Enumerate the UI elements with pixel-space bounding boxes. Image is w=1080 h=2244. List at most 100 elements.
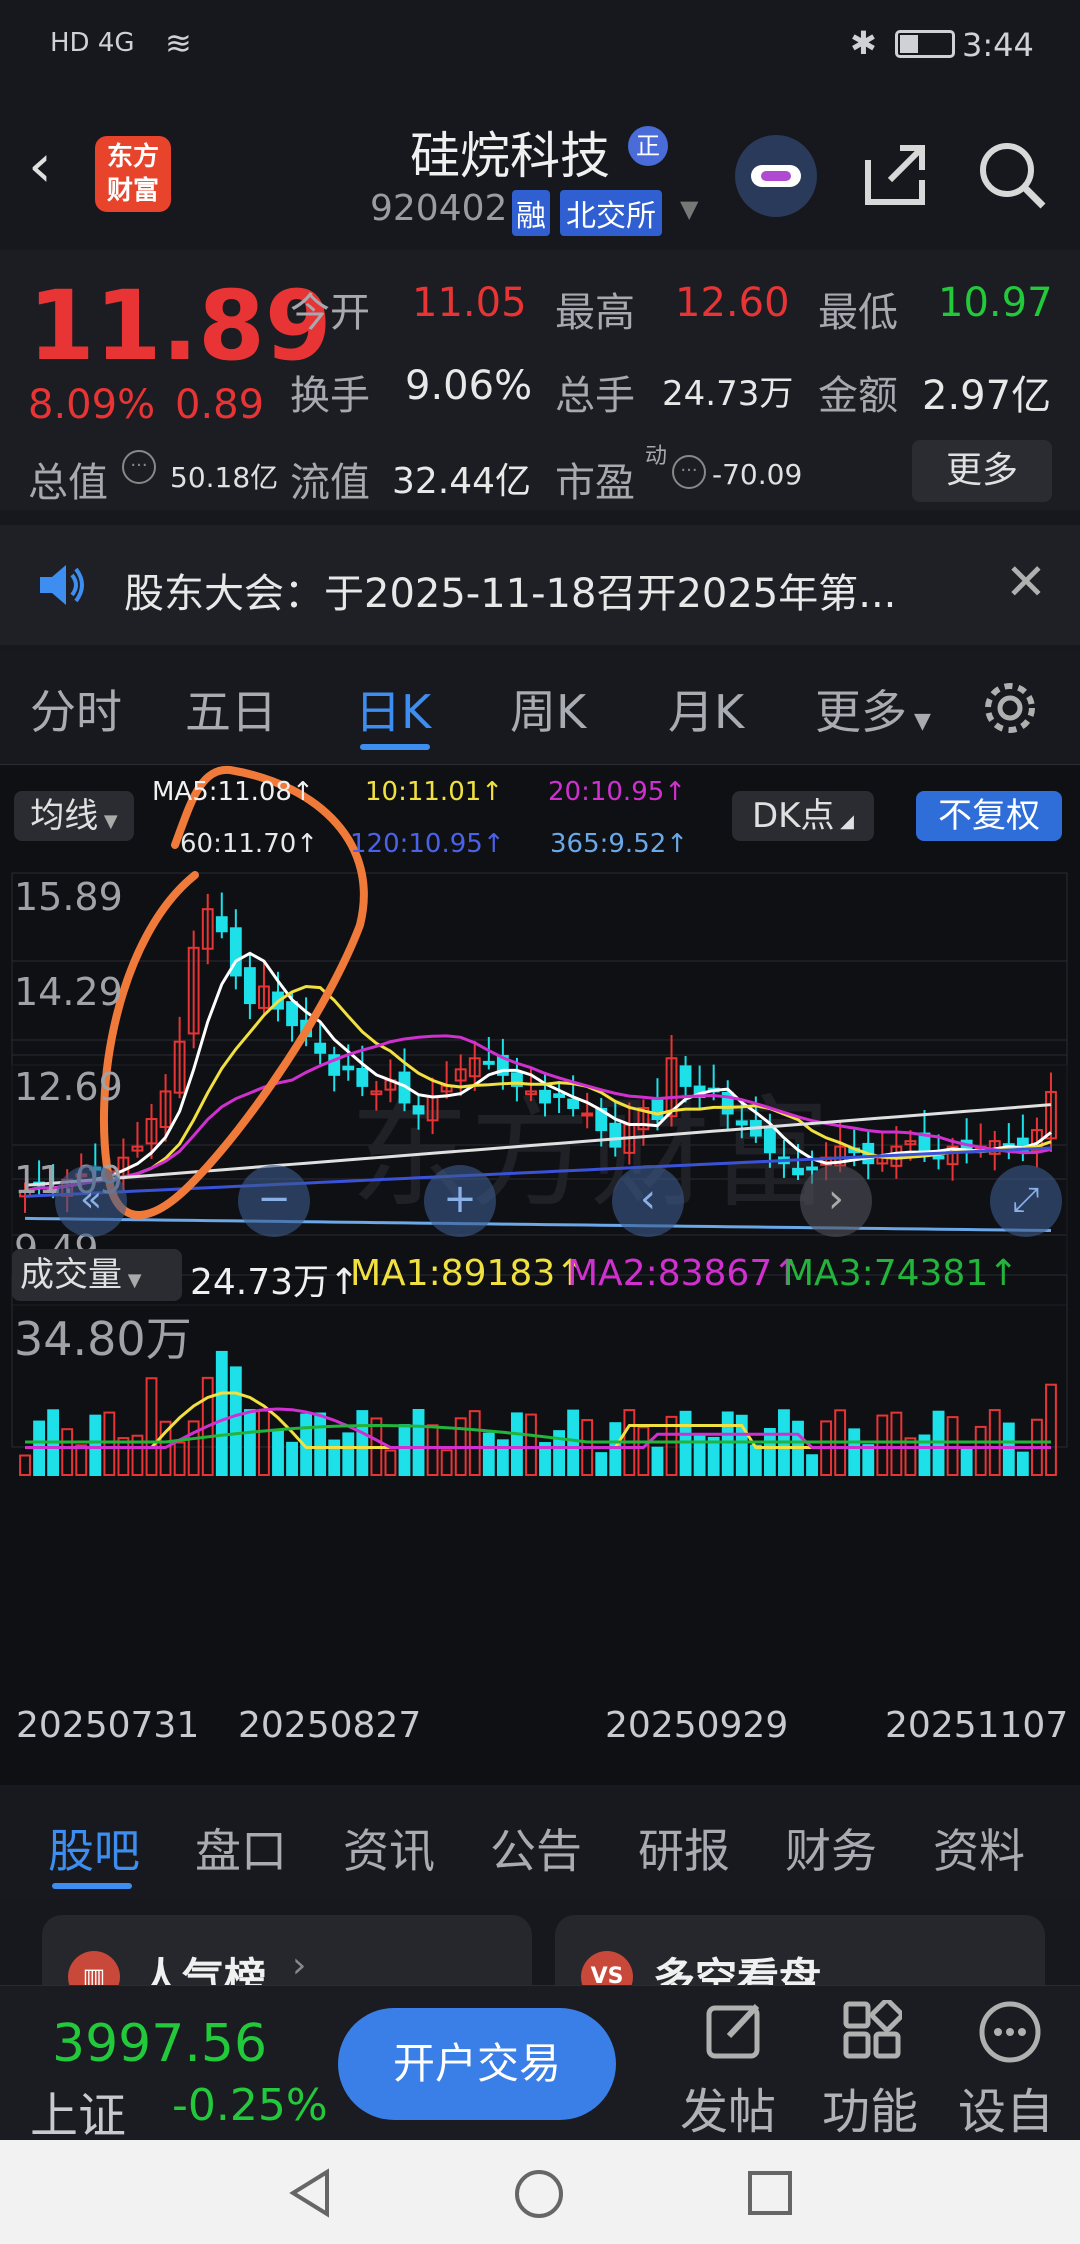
tab-wuri[interactable]: 五日: [185, 676, 277, 742]
volume-bar: [314, 1412, 327, 1477]
volume-bar: [258, 1409, 270, 1477]
candle-body: [763, 1127, 776, 1154]
more-circle-icon[interactable]: [978, 2000, 1042, 2064]
status-bar: HD 4G ≋ ✱ 3:44: [0, 0, 1080, 100]
fullscreen-icon[interactable]: ⤢: [990, 1165, 1062, 1237]
chevron-down-icon[interactable]: ▼: [680, 195, 698, 223]
chart-tabs: 分时 五日 日K 周K 月K 更多 ▼: [0, 650, 1080, 765]
tab-gonggao[interactable]: 公告: [490, 1815, 582, 1881]
recents-square-icon[interactable]: [745, 2168, 795, 2218]
active-tab-indicator: [360, 744, 430, 750]
home-circle-icon[interactable]: [513, 2168, 565, 2220]
open-label: 今开: [290, 290, 370, 336]
tab-more[interactable]: 更多 ▼: [815, 676, 931, 742]
prev-icon[interactable]: ‹: [612, 1165, 684, 1237]
tab-yanbao[interactable]: 研报: [638, 1815, 730, 1881]
volume-bar: [1016, 1451, 1029, 1477]
volume-bar: [468, 1410, 481, 1476]
info-icon[interactable]: ···: [122, 450, 156, 484]
candle-body: [286, 1001, 298, 1027]
stock-code: 920402: [370, 188, 508, 229]
y-label: 14.29: [14, 970, 123, 1014]
card-row: ▥ 人气榜 › VS 多空看盘: [0, 1900, 1080, 1985]
tab-zhouk[interactable]: 周K: [510, 676, 586, 742]
tab-caiwu[interactable]: 财务: [785, 1815, 877, 1881]
edit-icon[interactable]: [705, 2000, 765, 2060]
zoom-out-icon[interactable]: −: [238, 1165, 310, 1237]
vol-ma2-label: MA2:83867↑: [567, 1253, 803, 1294]
ma120-label: 120:10.95↑: [350, 829, 505, 859]
battery-icon: [895, 30, 955, 58]
ma60-label: 60:11.70↑: [180, 829, 319, 859]
chart-icon: ▥: [68, 1951, 120, 1985]
quote-panel: 11.89 8.09% 0.89 今开 11.05 最高 12.60 最低 10…: [0, 250, 1080, 510]
volume-label: 总手: [555, 373, 635, 419]
volume-bar: [229, 1366, 242, 1477]
back-icon[interactable]: ‹: [28, 136, 52, 196]
no-adjust-button[interactable]: 不复权: [916, 791, 1062, 841]
popularity-card[interactable]: ▥ 人气榜 ›: [42, 1915, 532, 1985]
footer-bar: 3997.56 上证 -0.25% 开户交易 发帖 功能 设自: [0, 1985, 1080, 2144]
tab-ziliao[interactable]: 资料: [933, 1815, 1025, 1881]
volume-bar: [215, 1350, 228, 1476]
volume-bar: [974, 1425, 987, 1476]
volume-indicator-button[interactable]: 成交量 ▼: [12, 1249, 182, 1301]
volume-bar: [890, 1411, 903, 1477]
tab-rik[interactable]: 日K: [355, 676, 431, 742]
volume-bar: [595, 1452, 608, 1477]
share-icon[interactable]: [860, 140, 930, 210]
robot-avatar-icon[interactable]: [735, 135, 817, 217]
close-icon[interactable]: ✕: [1005, 553, 1047, 611]
info-icon[interactable]: ···: [672, 455, 706, 489]
ma10-label: 10:11.01↑: [365, 777, 504, 807]
bull-bear-card[interactable]: VS 多空看盘: [555, 1915, 1045, 1985]
grid-icon[interactable]: [842, 2000, 902, 2060]
tab-zixun[interactable]: 资讯: [343, 1815, 435, 1881]
candle-body: [581, 1112, 594, 1117]
settings-gear-icon[interactable]: [980, 678, 1040, 738]
candle-body: [735, 1120, 748, 1126]
active-tab-indicator: [52, 1883, 132, 1889]
change-pct: 8.09%: [28, 382, 156, 428]
volume-bar: [749, 1444, 762, 1477]
dk-point-button[interactable]: DK点 ◢: [732, 791, 874, 841]
x-label: 20250827: [238, 1705, 422, 1746]
custom-label[interactable]: 设自: [958, 2072, 1054, 2142]
tab-guba[interactable]: 股吧: [48, 1815, 140, 1881]
ma5-label: MA5:11.08↑: [152, 777, 314, 807]
tab-fenshi[interactable]: 分时: [30, 676, 122, 742]
more-button[interactable]: 更多: [912, 440, 1052, 502]
float-label: 流值: [290, 460, 370, 506]
volume-bar: [117, 1437, 130, 1476]
scroll-left-fast-icon[interactable]: «: [55, 1165, 127, 1237]
volume-bar: [1002, 1422, 1015, 1477]
tab-pankou[interactable]: 盘口: [195, 1815, 287, 1881]
post-label[interactable]: 发帖: [680, 2072, 776, 2142]
tab-yuek[interactable]: 月K: [668, 676, 744, 742]
back-triangle-icon[interactable]: [285, 2168, 335, 2218]
candle-body: [792, 1167, 804, 1176]
ma-select-button[interactable]: 均线 ▼: [14, 791, 134, 841]
open-value: 11.05: [412, 280, 527, 326]
amount-value: 2.97亿: [922, 373, 1052, 419]
volume-bar: [243, 1409, 256, 1477]
low-value: 10.97: [938, 280, 1053, 326]
candle-body: [609, 1122, 622, 1148]
turnover-label: 换手: [290, 373, 370, 419]
candle-body: [342, 1065, 355, 1071]
kline-chart-area[interactable]: 东方财富 均线 ▼ MA5:11.08↑ 10:11.01↑ 20:10.95↑…: [0, 765, 1080, 1785]
notice-text: 股东大会：于2025-11-18召开2025年第...: [124, 571, 897, 617]
pe-superscript: 动: [645, 444, 668, 469]
zoom-in-icon[interactable]: +: [424, 1165, 496, 1237]
candle-body: [314, 1042, 327, 1054]
volume-value: 24.73万: [662, 374, 794, 414]
next-icon[interactable]: ›: [800, 1165, 872, 1237]
function-label[interactable]: 功能: [822, 2072, 918, 2142]
notice-bar[interactable]: 股东大会：于2025-11-18召开2025年第... ✕: [0, 525, 1080, 645]
candle-body: [412, 1105, 425, 1115]
open-account-trade-button[interactable]: 开户交易: [338, 2008, 616, 2120]
search-icon[interactable]: [975, 138, 1050, 213]
candle-body: [482, 1060, 495, 1065]
volume-bar: [61, 1428, 74, 1476]
volume-bar: [609, 1422, 622, 1476]
